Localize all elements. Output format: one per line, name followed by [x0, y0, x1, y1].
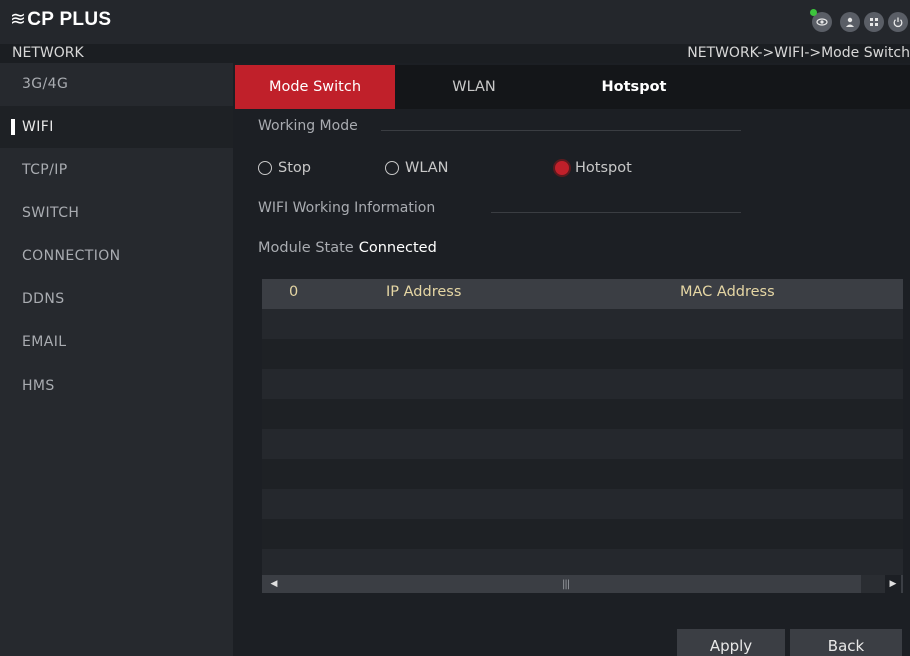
sidebar-item-wifi[interactable]: WIFI: [0, 106, 233, 148]
path-bar: NETWORK NETWORK->WIFI->Mode Switch: [0, 44, 910, 63]
scroll-grip-icon[interactable]: |||: [562, 579, 570, 590]
apply-button[interactable]: Apply: [677, 629, 785, 656]
wifi-info-label: WIFI Working Information: [258, 200, 436, 216]
table-row: [262, 429, 903, 459]
grid-icon[interactable]: [864, 12, 884, 32]
table-row: [262, 399, 903, 429]
breadcrumb: NETWORK->WIFI->Mode Switch: [687, 45, 910, 61]
tab-bar: Mode Switch WLAN Hotspot: [235, 65, 910, 109]
sidebar: 3G/4G WIFI TCP/IP SWITCH CONNECTION DDNS…: [0, 63, 233, 656]
table-row: [262, 459, 903, 489]
tab-mode-switch[interactable]: Mode Switch: [235, 65, 395, 109]
scroll-right-icon[interactable]: ▶: [885, 575, 901, 593]
radio-label: WLAN: [405, 160, 449, 176]
radio-ring: [258, 161, 272, 175]
radio-stop[interactable]: Stop: [258, 158, 311, 178]
working-mode-label: Working Mode: [258, 118, 358, 134]
sidebar-item-3g-4g[interactable]: 3G/4G: [0, 63, 233, 105]
module-state-value: Connected: [358, 240, 437, 256]
main-panel: Mode Switch WLAN Hotspot Working Mode St…: [233, 63, 910, 656]
module-state-label: Module State: [258, 240, 354, 256]
table-row: [262, 369, 903, 399]
status-dot: [810, 9, 817, 16]
scroll-track-end: [861, 575, 885, 593]
user-icon[interactable]: [840, 12, 860, 32]
table-row: [262, 339, 903, 369]
sidebar-item-ddns[interactable]: DDNS: [0, 278, 233, 320]
tab-hotspot[interactable]: Hotspot: [553, 65, 715, 109]
tab-wlan[interactable]: WLAN: [395, 65, 553, 109]
group-divider: [381, 130, 741, 131]
section-title: NETWORK: [12, 45, 84, 61]
column-header-ip[interactable]: IP Address: [386, 284, 461, 300]
group-divider: [491, 212, 741, 213]
scroll-left-icon[interactable]: ◀: [266, 575, 282, 593]
sidebar-item-connection[interactable]: CONNECTION: [0, 235, 233, 277]
column-header-mac[interactable]: MAC Address: [680, 284, 775, 300]
table-row: [262, 519, 903, 549]
sidebar-item-email[interactable]: EMAIL: [0, 321, 233, 363]
sidebar-item-tcp-ip[interactable]: TCP/IP: [0, 149, 233, 191]
brand-logo: ≋CP PLUS: [10, 9, 112, 30]
table-row: [262, 309, 903, 339]
radio-label: Stop: [278, 160, 311, 176]
sidebar-item-hms[interactable]: HMS: [0, 365, 233, 407]
radio-wlan[interactable]: WLAN: [385, 158, 449, 178]
table-header: 0 IP Address MAC Address: [262, 279, 903, 309]
sidebar-item-switch[interactable]: SWITCH: [0, 192, 233, 234]
radio-hotspot[interactable]: Hotspot: [555, 158, 632, 178]
client-table: 0 IP Address MAC Address: [262, 279, 903, 599]
radio-ring-checked: [555, 161, 569, 175]
horizontal-scrollbar[interactable]: ◀ ||| ▶: [262, 575, 903, 593]
view-icon[interactable]: [810, 9, 832, 32]
power-icon[interactable]: [888, 12, 908, 32]
column-header-index[interactable]: 0: [289, 284, 298, 300]
back-button[interactable]: Back: [790, 629, 902, 656]
table-row: [262, 489, 903, 519]
radio-ring: [385, 161, 399, 175]
top-bar: ≋CP PLUS: [0, 0, 910, 44]
module-state: Module State Connected: [258, 240, 437, 256]
radio-label: Hotspot: [575, 160, 632, 176]
